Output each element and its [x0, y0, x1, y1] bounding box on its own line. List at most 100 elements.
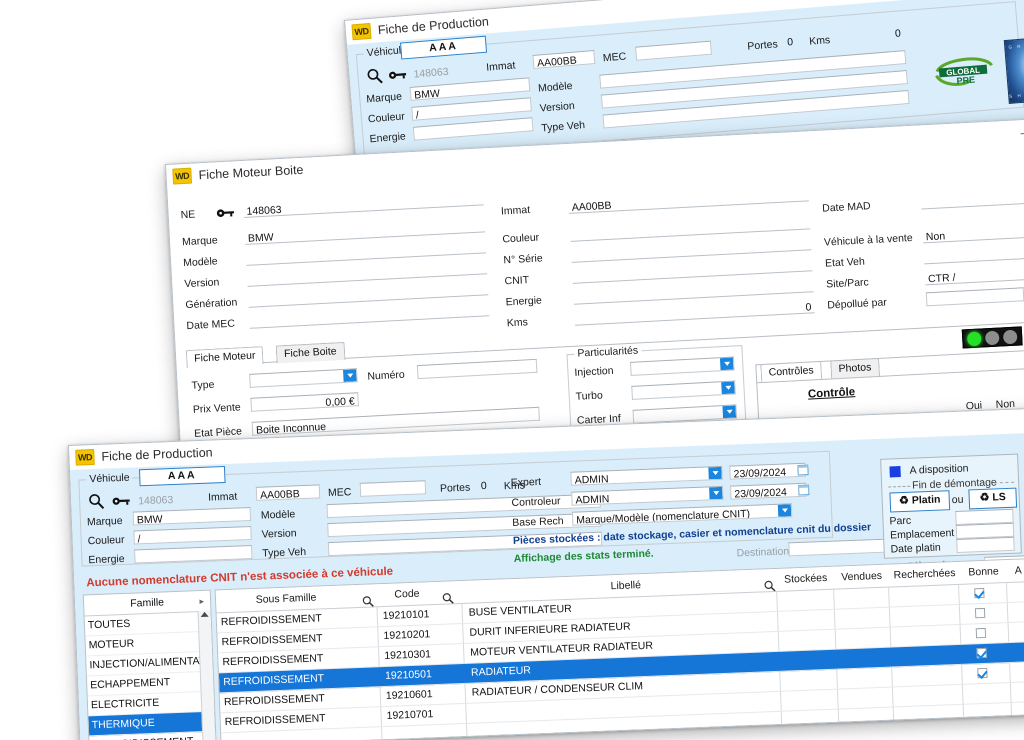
field-site-parc[interactable]: CTR /: [924, 264, 1024, 286]
field-marque-top[interactable]: BMW: [409, 77, 531, 101]
label-depollue-par: Dépollué par: [827, 296, 888, 312]
col-a-demonter[interactable]: A Démonter: [1007, 557, 1024, 582]
controleur-value: ADMIN: [575, 493, 610, 506]
field-portes-top[interactable]: 0: [784, 33, 805, 49]
field-expert-date[interactable]: 23/09/2024: [729, 462, 806, 480]
chevron-down-icon[interactable]: [722, 405, 737, 419]
field-immat-mid[interactable]: AA00BB: [568, 187, 809, 214]
field-datemec-mid[interactable]: [249, 302, 490, 329]
field-ne[interactable]: 148063: [243, 191, 484, 218]
field-mec-bottom[interactable]: [359, 480, 427, 497]
label-energie-mid: Energie: [505, 294, 543, 309]
chevron-down-icon[interactable]: [719, 357, 734, 371]
label-injection: Injection: [574, 364, 614, 379]
col-sous-famille[interactable]: Sous Famille: [226, 585, 347, 612]
label-kms-mid: Kms: [506, 316, 529, 330]
chevron-down-icon[interactable]: [343, 369, 357, 382]
status-lights-indicator: [961, 326, 1023, 349]
col-recherchees[interactable]: Recherchées: [889, 562, 960, 587]
label-immat-bottom: Immat: [207, 490, 238, 504]
window-bottom-body: Véhicule AAA 148063 Immat AA00BB MEC Por…: [69, 432, 1024, 740]
parts-grid[interactable]: Sous Famille Code Libellé Stockées Vendu…: [214, 557, 1024, 740]
field-energie-bottom[interactable]: [134, 545, 253, 564]
combo-turbo[interactable]: [631, 380, 736, 400]
label-couleur-top: Couleur: [367, 110, 406, 126]
label-couleur-bottom: Couleur: [87, 533, 125, 548]
key-icon[interactable]: [216, 205, 235, 219]
window-fiche-production-bottom[interactable]: WD Fiche de Production Véhicule AAA 1480…: [68, 407, 1024, 740]
field-couleur-top[interactable]: /: [411, 97, 532, 121]
cell-bonne-checkbox[interactable]: [974, 607, 986, 619]
expert-value: ADMIN: [574, 473, 609, 486]
field-numero[interactable]: [416, 358, 538, 380]
field-etat-veh[interactable]: [923, 243, 1024, 265]
cell-bonne-checkbox[interactable]: [976, 647, 987, 659]
label-nserie-mid: N° Série: [503, 252, 543, 267]
separator-left: [888, 485, 911, 489]
label-type: Type: [191, 378, 215, 392]
field-couleur-bottom[interactable]: /: [133, 526, 252, 545]
ls-button[interactable]: ♻ LS: [968, 487, 1018, 510]
cell-bonne-checkbox[interactable]: [977, 667, 988, 679]
field-date-platin[interactable]: [956, 536, 1015, 553]
message-stats-termine: Affichage des stats terminé.: [513, 547, 654, 565]
chevron-right-icon[interactable]: ▸: [199, 591, 204, 611]
label-parc: Parc: [889, 514, 912, 528]
label-marque-mid: Marque: [181, 234, 218, 249]
field-energie-top[interactable]: [412, 117, 534, 141]
label-controleur: Controleur: [511, 495, 561, 510]
vehicle-tab-aaa[interactable]: AAA: [399, 35, 488, 60]
field-depollue-par[interactable]: [925, 287, 1024, 307]
combo-type[interactable]: [249, 368, 358, 388]
tab-fiche-moteur[interactable]: Fiche Moteur: [185, 346, 264, 369]
chevron-down-icon[interactable]: [721, 381, 735, 395]
chevron-down-icon[interactable]: [777, 504, 792, 517]
platin-button-label: Platin: [911, 493, 941, 507]
chevron-down-icon[interactable]: [709, 486, 723, 500]
scroll-up-arrow-icon[interactable]: [200, 611, 209, 618]
logo-groupe-top-text: G R O U P E: [1008, 42, 1024, 50]
tab-fiche-boite[interactable]: Fiche Boite: [275, 341, 346, 364]
field-controleur-date[interactable]: 23/09/2024: [730, 482, 807, 500]
a-disposition-checkbox[interactable]: [889, 466, 901, 478]
label-marque-bottom: Marque: [86, 514, 123, 529]
field-kms-mid[interactable]: 0: [574, 299, 815, 326]
field-kms-top[interactable]: 0: [833, 25, 904, 45]
chevron-down-icon[interactable]: [708, 466, 722, 480]
window-title: Fiche de Production: [101, 445, 213, 464]
label-turbo: Turbo: [575, 389, 604, 403]
label-datemad: Date MAD: [821, 200, 871, 215]
cell-bonne-checkbox[interactable]: [974, 587, 985, 599]
platin-button[interactable]: ♻ Platin: [889, 490, 951, 513]
field-portes-bottom[interactable]: 0: [478, 477, 501, 492]
light-green: [966, 331, 982, 346]
col-bonne[interactable]: Bonne: [961, 560, 1006, 584]
field-datemad[interactable]: [920, 188, 1024, 210]
key-icon[interactable]: [112, 495, 130, 508]
calendar-icon[interactable]: [798, 484, 810, 496]
calendar-icon[interactable]: [797, 464, 809, 476]
label-typeveh-top: Type Veh: [540, 119, 586, 135]
cell-bonne-checkbox[interactable]: [975, 627, 987, 639]
combo-injection[interactable]: [629, 356, 735, 376]
search-icon[interactable]: [88, 493, 106, 511]
col-code[interactable]: Code: [382, 582, 433, 606]
wd-logo-icon: WD: [172, 167, 193, 185]
field-vehicule-vente[interactable]: Non: [922, 222, 1024, 244]
field-immat-top[interactable]: AA00BB: [532, 50, 596, 69]
col-vendues[interactable]: Vendues: [835, 565, 888, 589]
label-typeveh-bottom: Type Veh: [262, 545, 307, 560]
cell-code: 19210701: [386, 708, 434, 722]
key-icon[interactable]: [388, 68, 407, 81]
family-panel[interactable]: Famille ▸ TOUTES MOTEUR INJECTION/ALIMEN…: [82, 589, 217, 740]
label-numero: Numéro: [367, 368, 406, 383]
search-icon[interactable]: [366, 67, 384, 85]
field-mec-top[interactable]: [635, 40, 712, 61]
minimize-button[interactable]: —: [1020, 124, 1024, 140]
field-immat-bottom[interactable]: AA00BB: [255, 484, 321, 501]
field-prix-vente[interactable]: 0,00 €: [250, 392, 359, 412]
col-stockees[interactable]: Stockées: [779, 567, 832, 591]
col-libelle[interactable]: Libellé: [595, 574, 656, 598]
field-marque-bottom[interactable]: BMW: [132, 507, 252, 526]
vehicle-tab-aaa-bottom[interactable]: AAA: [138, 465, 226, 487]
